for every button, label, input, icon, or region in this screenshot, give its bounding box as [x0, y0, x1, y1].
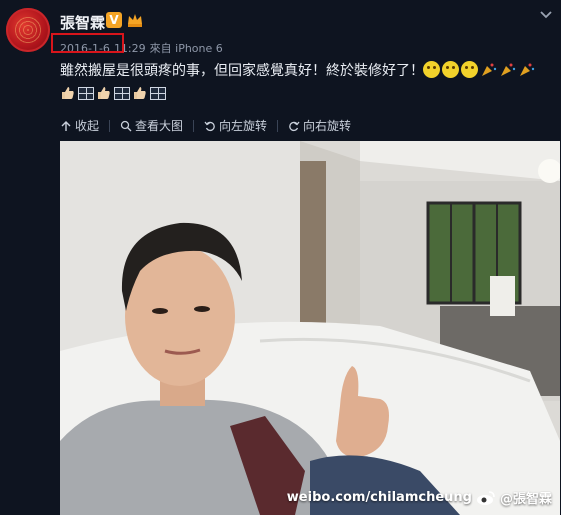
collapse-button[interactable]: 收起 [60, 117, 99, 134]
grid-icon [78, 86, 94, 100]
thumbs-up-icon [134, 87, 146, 99]
toolbar-divider [109, 119, 111, 132]
view-large-label: 查看大图 [135, 119, 184, 133]
party-popper-icon [518, 61, 535, 78]
view-large-button[interactable]: 查看大图 [120, 117, 183, 134]
grin-emoji-icon [461, 61, 478, 78]
collapse-label: 收起 [75, 119, 100, 133]
icon-row [60, 85, 166, 101]
image-toolbar: 收起 查看大图 向左旋转 向右旋转 [60, 117, 351, 134]
collapse-up-icon [61, 120, 71, 131]
emoji-row [423, 61, 535, 78]
rotate-right-label: 向右旋转 [303, 119, 352, 133]
chevron-down-icon[interactable] [539, 8, 553, 22]
photo-scene [60, 141, 560, 515]
member-crown-icon [126, 12, 144, 28]
weibo-logo-icon [476, 490, 495, 505]
username[interactable]: 張智霖 [60, 12, 105, 33]
magnify-icon [120, 120, 132, 131]
party-popper-icon [480, 61, 497, 78]
rotate-left-icon [204, 121, 215, 131]
photo-watermark: weibo.com/chilamcheung @張智霖 [287, 488, 552, 507]
thumbs-up-icon [98, 87, 110, 99]
rotate-right-button[interactable]: 向右旋转 [288, 117, 351, 134]
post-text: 雖然搬屋是很頭疼的事，但回家感覺真好！終於裝修好了！ [60, 63, 424, 79]
toolbar-divider [277, 119, 279, 132]
rotate-left-label: 向左旋转 [219, 119, 268, 133]
watermark-site: weibo.com/chilamcheung [286, 490, 472, 505]
toolbar-divider [193, 119, 195, 132]
grin-emoji-icon [442, 61, 459, 78]
party-popper-icon [499, 61, 516, 78]
rotate-right-icon [289, 121, 300, 131]
avatar[interactable] [6, 8, 50, 52]
date-highlight-box [51, 33, 124, 53]
post-photo[interactable]: weibo.com/chilamcheung @張智霖 [60, 141, 560, 515]
watermark-user: @張智霖 [499, 492, 552, 507]
rotate-left-button[interactable]: 向左旋转 [204, 117, 267, 134]
verified-badge: V [106, 12, 122, 28]
grin-emoji-icon [423, 61, 440, 78]
grid-icon [150, 86, 166, 100]
post-source: 來自 iPhone 6 [149, 42, 223, 55]
thumbs-up-icon [62, 87, 74, 99]
grid-icon [114, 86, 130, 100]
